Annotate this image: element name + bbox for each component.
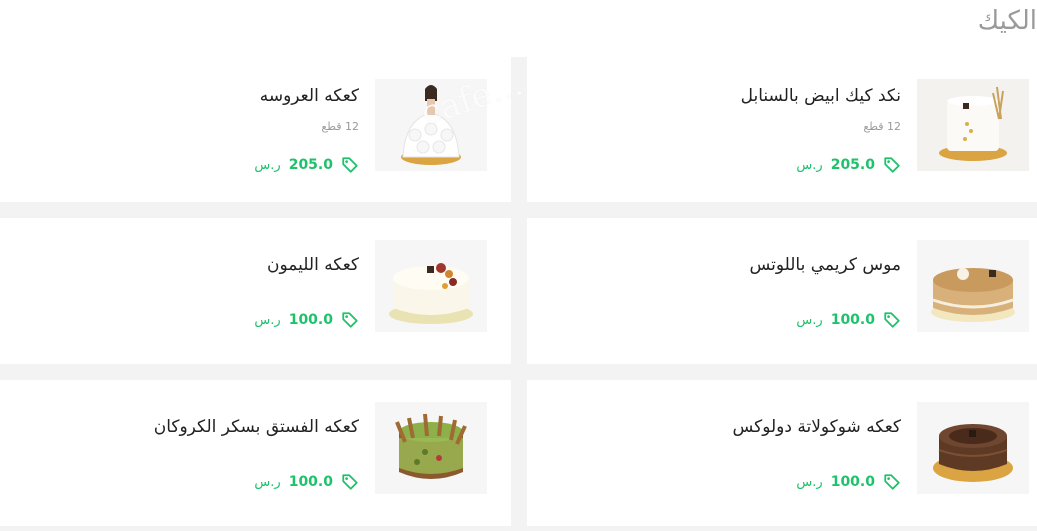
product-card[interactable]: موس كريمي باللوتس 100.0 ر.س: [527, 218, 1037, 364]
price-row: 100.0 ر.س: [796, 473, 901, 491]
product-image[interactable]: [917, 240, 1029, 332]
price-row: 205.0 ر.س: [254, 156, 359, 174]
product-name: موس كريمي باللوتس: [749, 255, 901, 275]
price-tag-icon: [342, 157, 358, 173]
price-currency: ر.س: [254, 312, 281, 328]
price-value: 100.0: [830, 312, 875, 328]
product-card[interactable]: كعكه الليمون 100.0 ر.س: [0, 218, 511, 364]
product-image[interactable]: [917, 79, 1029, 171]
price-row: 205.0 ر.س: [796, 156, 901, 174]
product-card[interactable]: كعكه العروسه 12 قطع 205.0 ر.س: [0, 57, 511, 202]
product-image[interactable]: [375, 402, 487, 494]
product-image[interactable]: [375, 240, 487, 332]
product-image[interactable]: [917, 402, 1029, 494]
price-row: 100.0 ر.س: [796, 311, 901, 329]
section-title: الكيك: [977, 6, 1037, 36]
product-name: كعكه العروسه: [259, 86, 359, 106]
product-quantity: 12 قطع: [321, 120, 359, 133]
price-row: 100.0 ر.س: [254, 311, 359, 329]
section-header: الكيك: [0, 0, 1037, 57]
price-value: 100.0: [830, 474, 875, 490]
product-name: كعكه الليمون: [267, 255, 359, 275]
price-currency: ر.س: [796, 312, 823, 328]
price-tag-icon: [884, 312, 900, 328]
product-name: كعكه شوكولاتة دولوكس: [732, 417, 901, 437]
price-tag-icon: [884, 157, 900, 173]
price-currency: ر.س: [796, 157, 823, 173]
product-quantity: 12 قطع: [863, 120, 901, 133]
product-card[interactable]: نكد كيك ابيض بالسنابل 12 قطع 205.0 ر.س: [527, 57, 1037, 202]
product-card[interactable]: كعكه الفستق بسكر الكروكان 100.0 ر.س: [0, 380, 511, 526]
price-currency: ر.س: [796, 474, 823, 490]
price-tag-icon: [884, 474, 900, 490]
price-currency: ر.س: [254, 157, 281, 173]
price-currency: ر.س: [254, 474, 281, 490]
product-card[interactable]: كعكه شوكولاتة دولوكس 100.0 ر.س: [527, 380, 1037, 526]
price-tag-icon: [342, 312, 358, 328]
price-value: 100.0: [288, 312, 333, 328]
price-tag-icon: [342, 474, 358, 490]
price-value: 205.0: [830, 157, 875, 173]
product-image[interactable]: [375, 79, 487, 171]
price-value: 100.0: [288, 474, 333, 490]
product-name: نكد كيك ابيض بالسنابل: [740, 86, 901, 106]
product-name: كعكه الفستق بسكر الكروكان: [153, 417, 359, 437]
price-value: 205.0: [288, 157, 333, 173]
price-row: 100.0 ر.س: [254, 473, 359, 491]
